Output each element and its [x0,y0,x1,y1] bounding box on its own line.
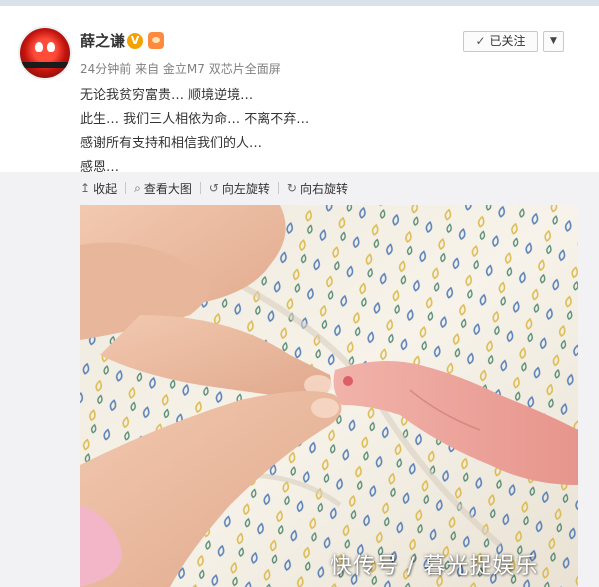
watermark-text: 快传号 / 暮光捉娱乐 [330,554,539,579]
collapse-label: 收起 [93,181,118,196]
toolbar-divider [125,182,127,194]
avatar-eye-left [35,42,43,52]
collapse-button[interactable]: ↥ 收起 [80,180,117,197]
post-line: 感谢所有支持和相信我们的人… [80,136,263,151]
rotate-left-button[interactable]: ↺ 向左旋转 [209,180,270,197]
check-icon: ✓ [475,34,486,48]
rotate-right-label: 向右旋转 [299,181,348,196]
rotate-left-label: 向左旋转 [221,181,270,196]
follow-dropdown-button[interactable]: ▼ [543,31,564,52]
post-line: 此生… 我们三人相依为命… 不离不弃… [80,112,310,127]
avatar-belt [20,62,70,68]
avatar-eye-right [47,42,55,52]
media-toolbar: ↥ 收起 ⌕ 查看大图 ↺ 向左旋转 ↻ 向右旋转 [80,179,348,197]
post-line: 无论我贫穷富贵… 顺境逆境… [80,88,254,103]
following-button[interactable]: ✓ 已关注 [463,31,538,52]
search-icon: ⌕ [134,180,141,195]
collapse-icon: ↥ [80,181,91,195]
view-large-label: 查看大图 [143,181,192,196]
level-badge-icon [148,32,164,49]
post-photo[interactable] [80,205,578,587]
following-label: 已关注 [489,34,526,48]
toolbar-divider [277,182,279,194]
avatar[interactable] [20,28,70,78]
toolbar-divider [199,182,201,194]
photo-illustration [80,205,578,587]
rotate-right-button[interactable]: ↻ 向右旋转 [287,180,348,197]
view-large-button[interactable]: ⌕ 查看大图 [134,180,192,197]
verified-badge-icon: V [127,33,143,49]
post-text: 无论我贫穷富贵… 顺境逆境… 此生… 我们三人相依为命… 不离不弃… 感谢所有支… [80,84,309,180]
author-name[interactable]: 薛之谦 [80,30,125,51]
rotate-right-icon: ↻ [286,181,297,195]
post-meta: 24分钟前 来自 金立M7 双芯片全面屏 [80,62,281,76]
weibo-post-card: 薛之谦 V 24分钟前 来自 金立M7 双芯片全面屏 ✓ 已关注 ▼ 无论我贫穷富… [0,6,599,175]
chevron-down-icon: ▼ [550,36,557,46]
rotate-left-icon: ↺ [208,181,219,195]
expanded-media-panel: ↥ 收起 ⌕ 查看大图 ↺ 向左旋转 ↻ 向右旋转 [0,172,599,587]
